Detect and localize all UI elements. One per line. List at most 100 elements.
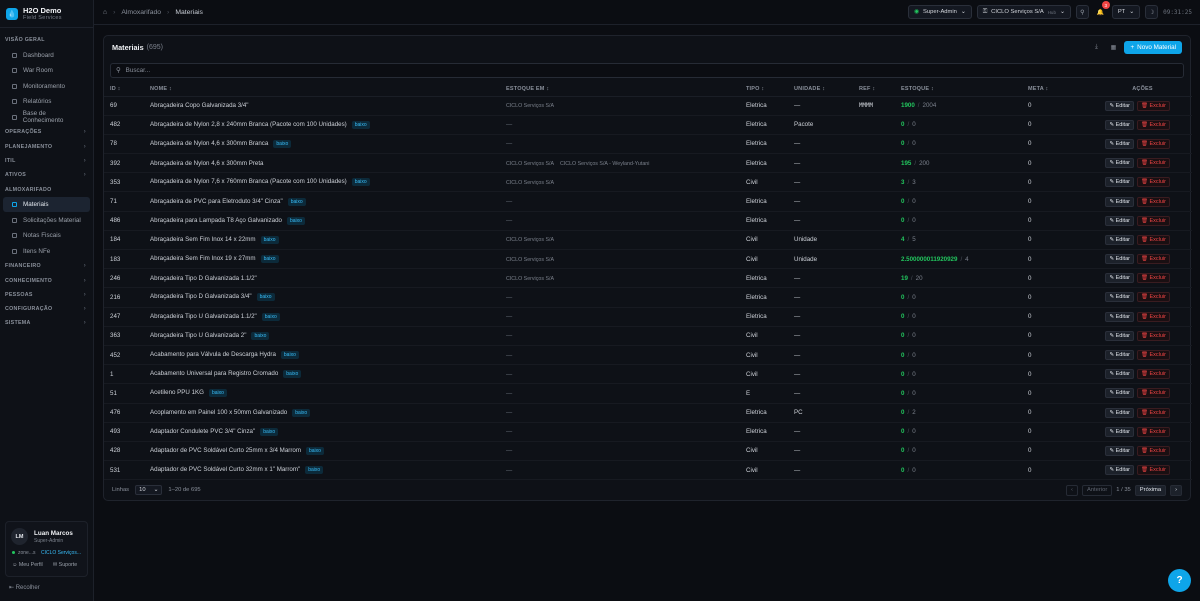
delete-button[interactable]: 🗑 Excluir [1136,138,1170,149]
sidebar-section-10[interactable]: SISTEMA › [0,316,93,330]
table-row[interactable]: 247 Abraçadeira Tipo U Galvanizada 1.1/2"… [104,307,1192,327]
previous-page-button[interactable]: Anterior [1081,484,1113,496]
delete-button[interactable]: 🗑 Excluir [1136,292,1170,303]
new-material-button[interactable]: + Novo Material [1124,40,1182,54]
table-row[interactable]: 1 Acabamento Universal para Registro Crom… [104,364,1192,385]
edit-button[interactable]: ✎ Editar [1105,138,1134,149]
sidebar-section-6[interactable]: FINANCEIRO › [0,259,93,273]
delete-button[interactable]: 🗑 Excluir [1136,273,1170,284]
edit-button[interactable]: ✎ Editar [1105,330,1134,341]
delete-button[interactable]: 🗑 Excluir [1136,350,1170,361]
table-row[interactable]: 452 Acabamento para Válvula de Descarga H… [104,345,1192,366]
edit-button[interactable]: ✎ Editar [1105,119,1134,130]
delete-button[interactable]: 🗑 Excluir [1136,196,1170,207]
delete-button[interactable]: 🗑 Excluir [1136,234,1170,245]
role-selector[interactable]: ◉ Super-Admin ⌄ [907,5,972,19]
first-page-button[interactable]: ‹ [1066,484,1078,496]
delete-button[interactable]: 🗑 Excluir [1136,407,1170,418]
edit-button[interactable]: ✎ Editar [1105,292,1134,303]
table-row[interactable]: 428 Adaptador de PVC Soldável Curto 25mm … [104,441,1192,462]
edit-button[interactable]: ✎ Editar [1105,426,1134,437]
table-row[interactable]: 476 Acoplamento em Painel 100 x 50mm Galv… [104,403,1192,423]
help-button[interactable]: ? [1168,569,1191,592]
delete-button[interactable]: 🗑 Excluir [1136,311,1170,322]
table-row[interactable]: 531 Adaptador de PVC Soldável Curto 32mm … [104,460,1192,481]
delete-button[interactable]: 🗑 Excluir [1136,119,1170,130]
sidebar-item-5-3[interactable]: Itens NFe [3,244,90,260]
sidebar-section-8[interactable]: PESSOAS › [0,288,93,302]
edit-button[interactable]: ✎ Editar [1105,273,1134,284]
edit-button[interactable]: ✎ Editar [1105,445,1134,456]
collapse-sidebar-button[interactable]: ⇤ Recolher [9,584,40,591]
sidebar-section-0[interactable]: VISÃO GERAL [0,33,93,47]
delete-button[interactable]: 🗑 Excluir [1136,254,1170,265]
sidebar-section-2[interactable]: PLANEJAMENTO › [0,140,93,154]
table-row[interactable]: 363 Abraçadeira Tipo U Galvanizada 2" baix… [104,326,1192,346]
col-estoque[interactable]: ESTOQUE ↕ [901,82,1028,97]
sidebar-section-1[interactable]: OPERAÇÕES › [0,125,93,139]
table-row[interactable]: 78 Abraçadeira de Nylon 4,6 x 300mm Branc… [104,134,1192,155]
sidebar-item-0-4[interactable]: Base de Conhecimento [3,110,90,126]
notifications-button[interactable]: 🔔 3 [1094,1,1110,19]
table-row[interactable]: 482 Abraçadeira de Nylon 2,8 x 240mm Bran… [104,115,1192,135]
edit-button[interactable]: ✎ Editar [1105,311,1134,322]
sidebar-item-0-3[interactable]: Relatórios [3,94,90,110]
delete-button[interactable]: 🗑 Excluir [1136,426,1170,437]
delete-button[interactable]: 🗑 Excluir [1136,388,1170,399]
sidebar-item-5-0[interactable]: Materiais [3,196,90,213]
table-row[interactable]: 216 Abraçadeira Tipo D Galvanizada 3/4" ba… [104,287,1192,308]
table-row[interactable]: 51 Acetileno PPU 1KG baixo — E —0/0 0 ✎ Editar 🗑… [104,383,1192,404]
support-link[interactable]: ✉ Suporte [53,562,77,568]
table-row[interactable]: 69 Abraçadeira Copo Galvanizada 3/4" CICLO… [104,96,1192,116]
last-page-button[interactable]: › [1170,484,1182,496]
edit-button[interactable]: ✎ Editar [1105,158,1134,169]
edit-button[interactable]: ✎ Editar [1105,465,1134,476]
home-icon[interactable]: ⌂ [103,9,107,16]
delete-button[interactable]: 🗑 Excluir [1136,330,1170,341]
delete-button[interactable]: 🗑 Excluir [1136,369,1170,380]
rows-per-page-select[interactable]: 10 ⌄ [135,485,163,495]
tenant-selector[interactable]: ⚿ CICLO Serviços S/A Hub ⌄ [976,5,1071,19]
edit-button[interactable]: ✎ Editar [1105,369,1134,380]
edit-button[interactable]: ✎ Editar [1105,388,1134,399]
sidebar-item-5-2[interactable]: Notas Fiscais [3,228,90,244]
columns-button[interactable]: ▦ [1107,41,1119,53]
edit-button[interactable]: ✎ Editar [1105,350,1134,361]
delete-button[interactable]: 🗑 Excluir [1136,177,1170,188]
col-estoque-em[interactable]: ESTOQUE EM ↕ [506,82,746,97]
sidebar-section-9[interactable]: CONFIGURAÇÃO › [0,302,93,316]
table-row[interactable]: 486 Abraçadeira para Lampada T8 Aço Galva… [104,211,1192,231]
language-selector[interactable]: PT ⌄ [1111,5,1141,19]
delete-button[interactable]: 🗑 Excluir [1136,215,1170,226]
sidebar-section-7[interactable]: CONHECIMENTO › [0,273,93,287]
sidebar-item-0-1[interactable]: War Room [3,63,90,79]
sidebar-item-0-0[interactable]: Dashboard [3,47,90,63]
edit-button[interactable]: ✎ Editar [1105,177,1134,188]
edit-button[interactable]: ✎ Editar [1105,234,1134,245]
col-meta[interactable]: META ↕ [1028,82,1093,97]
delete-button[interactable]: 🗑 Excluir [1136,158,1170,169]
search-button[interactable]: ⚲ [1075,5,1089,19]
col-id[interactable]: ID ↕ [104,82,150,97]
sidebar-section-4[interactable]: ATIVOS › [0,168,93,182]
user-context[interactable]: zone...s CICLO Serviços... [6,545,87,556]
delete-button[interactable]: 🗑 Excluir [1136,445,1170,456]
profile-link[interactable]: ☺ Meu Perfil [12,562,43,568]
table-row[interactable]: 353 Abraçadeira de Nylon 7,6 x 760mm Bran… [104,172,1192,193]
search-input[interactable]: ⚲ Buscar... [110,63,1184,78]
next-page-button[interactable]: Próxima [1134,484,1167,496]
download-button[interactable]: ⤓ [1090,41,1102,53]
col-tipo[interactable]: TIPO ↕ [746,82,794,97]
sidebar-item-0-2[interactable]: Monitoramento [3,78,90,94]
edit-button[interactable]: ✎ Editar [1105,196,1134,207]
table-row[interactable]: 392 Abraçadeira de Nylon 4,6 x 300mm Pret… [104,153,1192,174]
edit-button[interactable]: ✎ Editar [1105,254,1134,265]
breadcrumb-almoxarifado[interactable]: Almoxarifado [121,9,161,16]
col-nome[interactable]: NOME ↕ [150,82,506,97]
edit-button[interactable]: ✎ Editar [1105,407,1134,418]
sidebar-item-5-1[interactable]: Solicitações Material [3,212,90,228]
delete-button[interactable]: 🗑 Excluir [1136,100,1170,111]
table-row[interactable]: 71 Abraçadeira de PVC para Eletroduto 3/4… [104,191,1192,212]
col-unidade[interactable]: UNIDADE ↕ [794,82,859,97]
table-row[interactable]: 183 Abraçadeira Sem Fim Inox 19 x 27mm bai… [104,249,1192,270]
